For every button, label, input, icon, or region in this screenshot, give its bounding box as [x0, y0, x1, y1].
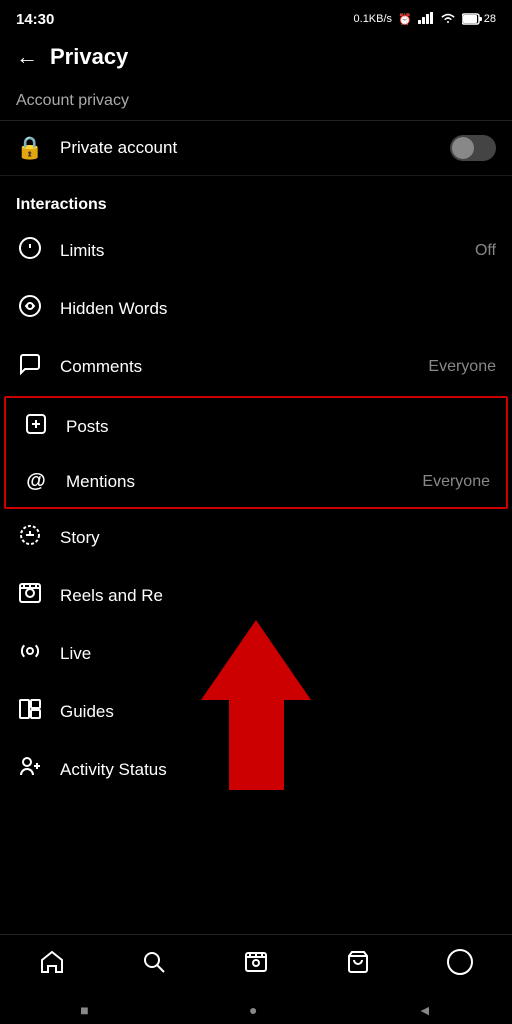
shop-icon	[346, 950, 370, 981]
nav-reels[interactable]	[232, 946, 280, 985]
network-speed: 0.1KB/s	[354, 13, 393, 25]
live-icon	[16, 639, 44, 669]
android-nav-bar: ■ ● ◄	[0, 996, 512, 1024]
mentions-row[interactable]: @ Mentions Everyone	[6, 456, 506, 507]
hidden-words-label: Hidden Words	[60, 299, 496, 319]
reels-icon	[16, 581, 44, 611]
comments-value: Everyone	[428, 358, 496, 376]
posts-row[interactable]: Posts	[6, 398, 506, 456]
reels-nav-icon	[244, 950, 268, 981]
story-label: Story	[60, 528, 496, 548]
limits-label: Limits	[60, 241, 459, 261]
guides-icon	[16, 697, 44, 727]
posts-label: Posts	[66, 417, 490, 437]
profile-icon	[447, 949, 473, 982]
nav-profile[interactable]	[435, 945, 485, 986]
private-account-toggle[interactable]	[450, 135, 496, 161]
highlighted-posts-mentions: Posts @ Mentions Everyone	[4, 396, 508, 509]
reels-label: Reels and Re	[60, 586, 496, 606]
bottom-nav	[0, 934, 512, 996]
story-row[interactable]: Story	[0, 509, 512, 567]
activity-status-icon	[16, 755, 44, 785]
comments-icon	[16, 352, 44, 382]
android-recents-button[interactable]: ■	[80, 1002, 88, 1018]
status-bar: 14:30 0.1KB/s ⏰ 28	[0, 0, 512, 36]
android-back-button[interactable]: ◄	[418, 1002, 432, 1018]
comments-label: Comments	[60, 357, 412, 377]
signal-icon	[418, 12, 434, 27]
story-icon	[16, 523, 44, 553]
header: ← Privacy	[0, 36, 512, 82]
comments-row[interactable]: Comments Everyone	[0, 338, 512, 396]
lock-icon: 🔒	[16, 135, 44, 161]
nav-home[interactable]	[27, 946, 77, 985]
posts-icon	[22, 412, 50, 442]
wifi-icon	[440, 12, 456, 27]
reels-row[interactable]: Reels and Re	[0, 567, 512, 625]
search-icon	[142, 950, 166, 981]
nav-search[interactable]	[130, 946, 178, 985]
back-button[interactable]: ←	[16, 44, 38, 70]
interactions-section-label: Interactions	[0, 176, 512, 222]
nav-shop[interactable]	[334, 946, 382, 985]
hidden-words-row[interactable]: Hidden Words	[0, 280, 512, 338]
private-account-row[interactable]: 🔒 Private account	[0, 121, 512, 176]
home-icon	[39, 950, 65, 981]
android-home-button[interactable]: ●	[249, 1002, 257, 1018]
mentions-label: Mentions	[66, 472, 406, 492]
battery-level: 28	[484, 13, 496, 25]
limits-value: Off	[475, 242, 496, 260]
status-time: 14:30	[16, 11, 54, 28]
alarm-icon: ⏰	[398, 13, 412, 26]
status-right: 0.1KB/s ⏰ 28	[354, 12, 496, 27]
hidden-words-icon	[16, 294, 44, 324]
private-account-label: Private account	[60, 138, 434, 158]
limits-icon	[16, 236, 44, 266]
partial-account-privacy[interactable]: Account privacy	[0, 82, 512, 121]
limits-row[interactable]: Limits Off	[0, 222, 512, 280]
mentions-icon: @	[22, 470, 50, 493]
battery-icon: 28	[462, 13, 496, 25]
mentions-value: Everyone	[422, 473, 490, 491]
page-title: Privacy	[50, 44, 128, 70]
